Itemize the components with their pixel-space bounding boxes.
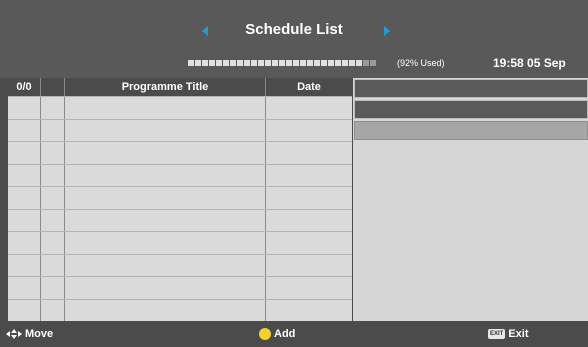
usage-segment <box>195 60 201 66</box>
table-row[interactable] <box>8 208 352 210</box>
table-row[interactable] <box>8 231 352 232</box>
usage-segment <box>286 60 292 66</box>
usage-segment <box>342 60 348 66</box>
exit-label: Exit <box>508 328 529 340</box>
usage-segment <box>370 60 376 66</box>
table-row[interactable] <box>8 141 352 142</box>
table-header: 0/0 Programme Title Date <box>8 78 352 96</box>
column-programme-title: Programme Title <box>121 81 209 93</box>
yellow-button-icon <box>259 328 271 340</box>
usage-segment <box>265 60 271 66</box>
table-row[interactable] <box>8 118 352 120</box>
move-label: Move <box>25 328 54 340</box>
details-row <box>354 79 588 98</box>
page-title: Schedule List <box>245 21 343 38</box>
usage-segment <box>300 60 306 66</box>
usage-segment <box>363 60 369 66</box>
table-row[interactable] <box>8 186 352 187</box>
usage-segment <box>335 60 341 66</box>
usage-segment <box>279 60 285 66</box>
schedule-table: 0/0 Programme Title Date <box>8 78 352 321</box>
table-row[interactable] <box>8 163 352 165</box>
table-row[interactable] <box>8 298 352 300</box>
usage-segment <box>328 60 334 66</box>
details-row <box>354 100 588 119</box>
details-row <box>354 121 588 140</box>
navigation-arrows-icon <box>6 329 22 339</box>
storage-usage-bar <box>188 60 376 66</box>
column-count: 0/0 <box>16 81 32 93</box>
usage-segment <box>307 60 313 66</box>
usage-segment <box>293 60 299 66</box>
usage-segment <box>349 60 355 66</box>
usage-segment <box>230 60 236 66</box>
usage-segment <box>216 60 222 66</box>
exit-key-icon: EXIT <box>488 329 506 339</box>
column-divider <box>265 78 266 321</box>
usage-segment <box>188 60 194 66</box>
usage-segment <box>356 60 362 66</box>
table-row[interactable] <box>8 253 352 255</box>
right-arrow-icon[interactable] <box>384 26 390 36</box>
usage-segment <box>223 60 229 66</box>
move-hint: Move <box>6 328 53 340</box>
usage-text: (92% Used) <box>397 58 445 68</box>
usage-segment <box>258 60 264 66</box>
exit-hint[interactable]: EXIT Exit <box>488 328 529 340</box>
usage-segment <box>314 60 320 66</box>
footer-bar: Move Add EXIT Exit <box>0 321 588 347</box>
column-divider <box>40 78 41 321</box>
header-bar: Schedule List (92% Used) 19:58 05 Sep <box>0 0 588 78</box>
table-row[interactable] <box>8 276 352 277</box>
usage-segment <box>202 60 208 66</box>
details-panel <box>353 78 588 321</box>
column-date: Date <box>297 81 321 93</box>
table-row[interactable] <box>8 96 352 97</box>
add-label: Add <box>274 328 296 340</box>
usage-segment <box>244 60 250 66</box>
usage-segment <box>272 60 278 66</box>
column-divider <box>64 78 65 321</box>
add-hint[interactable]: Add <box>259 328 295 340</box>
usage-segment <box>321 60 327 66</box>
usage-segment <box>251 60 257 66</box>
usage-segment <box>209 60 215 66</box>
usage-segment <box>237 60 243 66</box>
clock: 19:58 05 Sep <box>493 56 566 70</box>
